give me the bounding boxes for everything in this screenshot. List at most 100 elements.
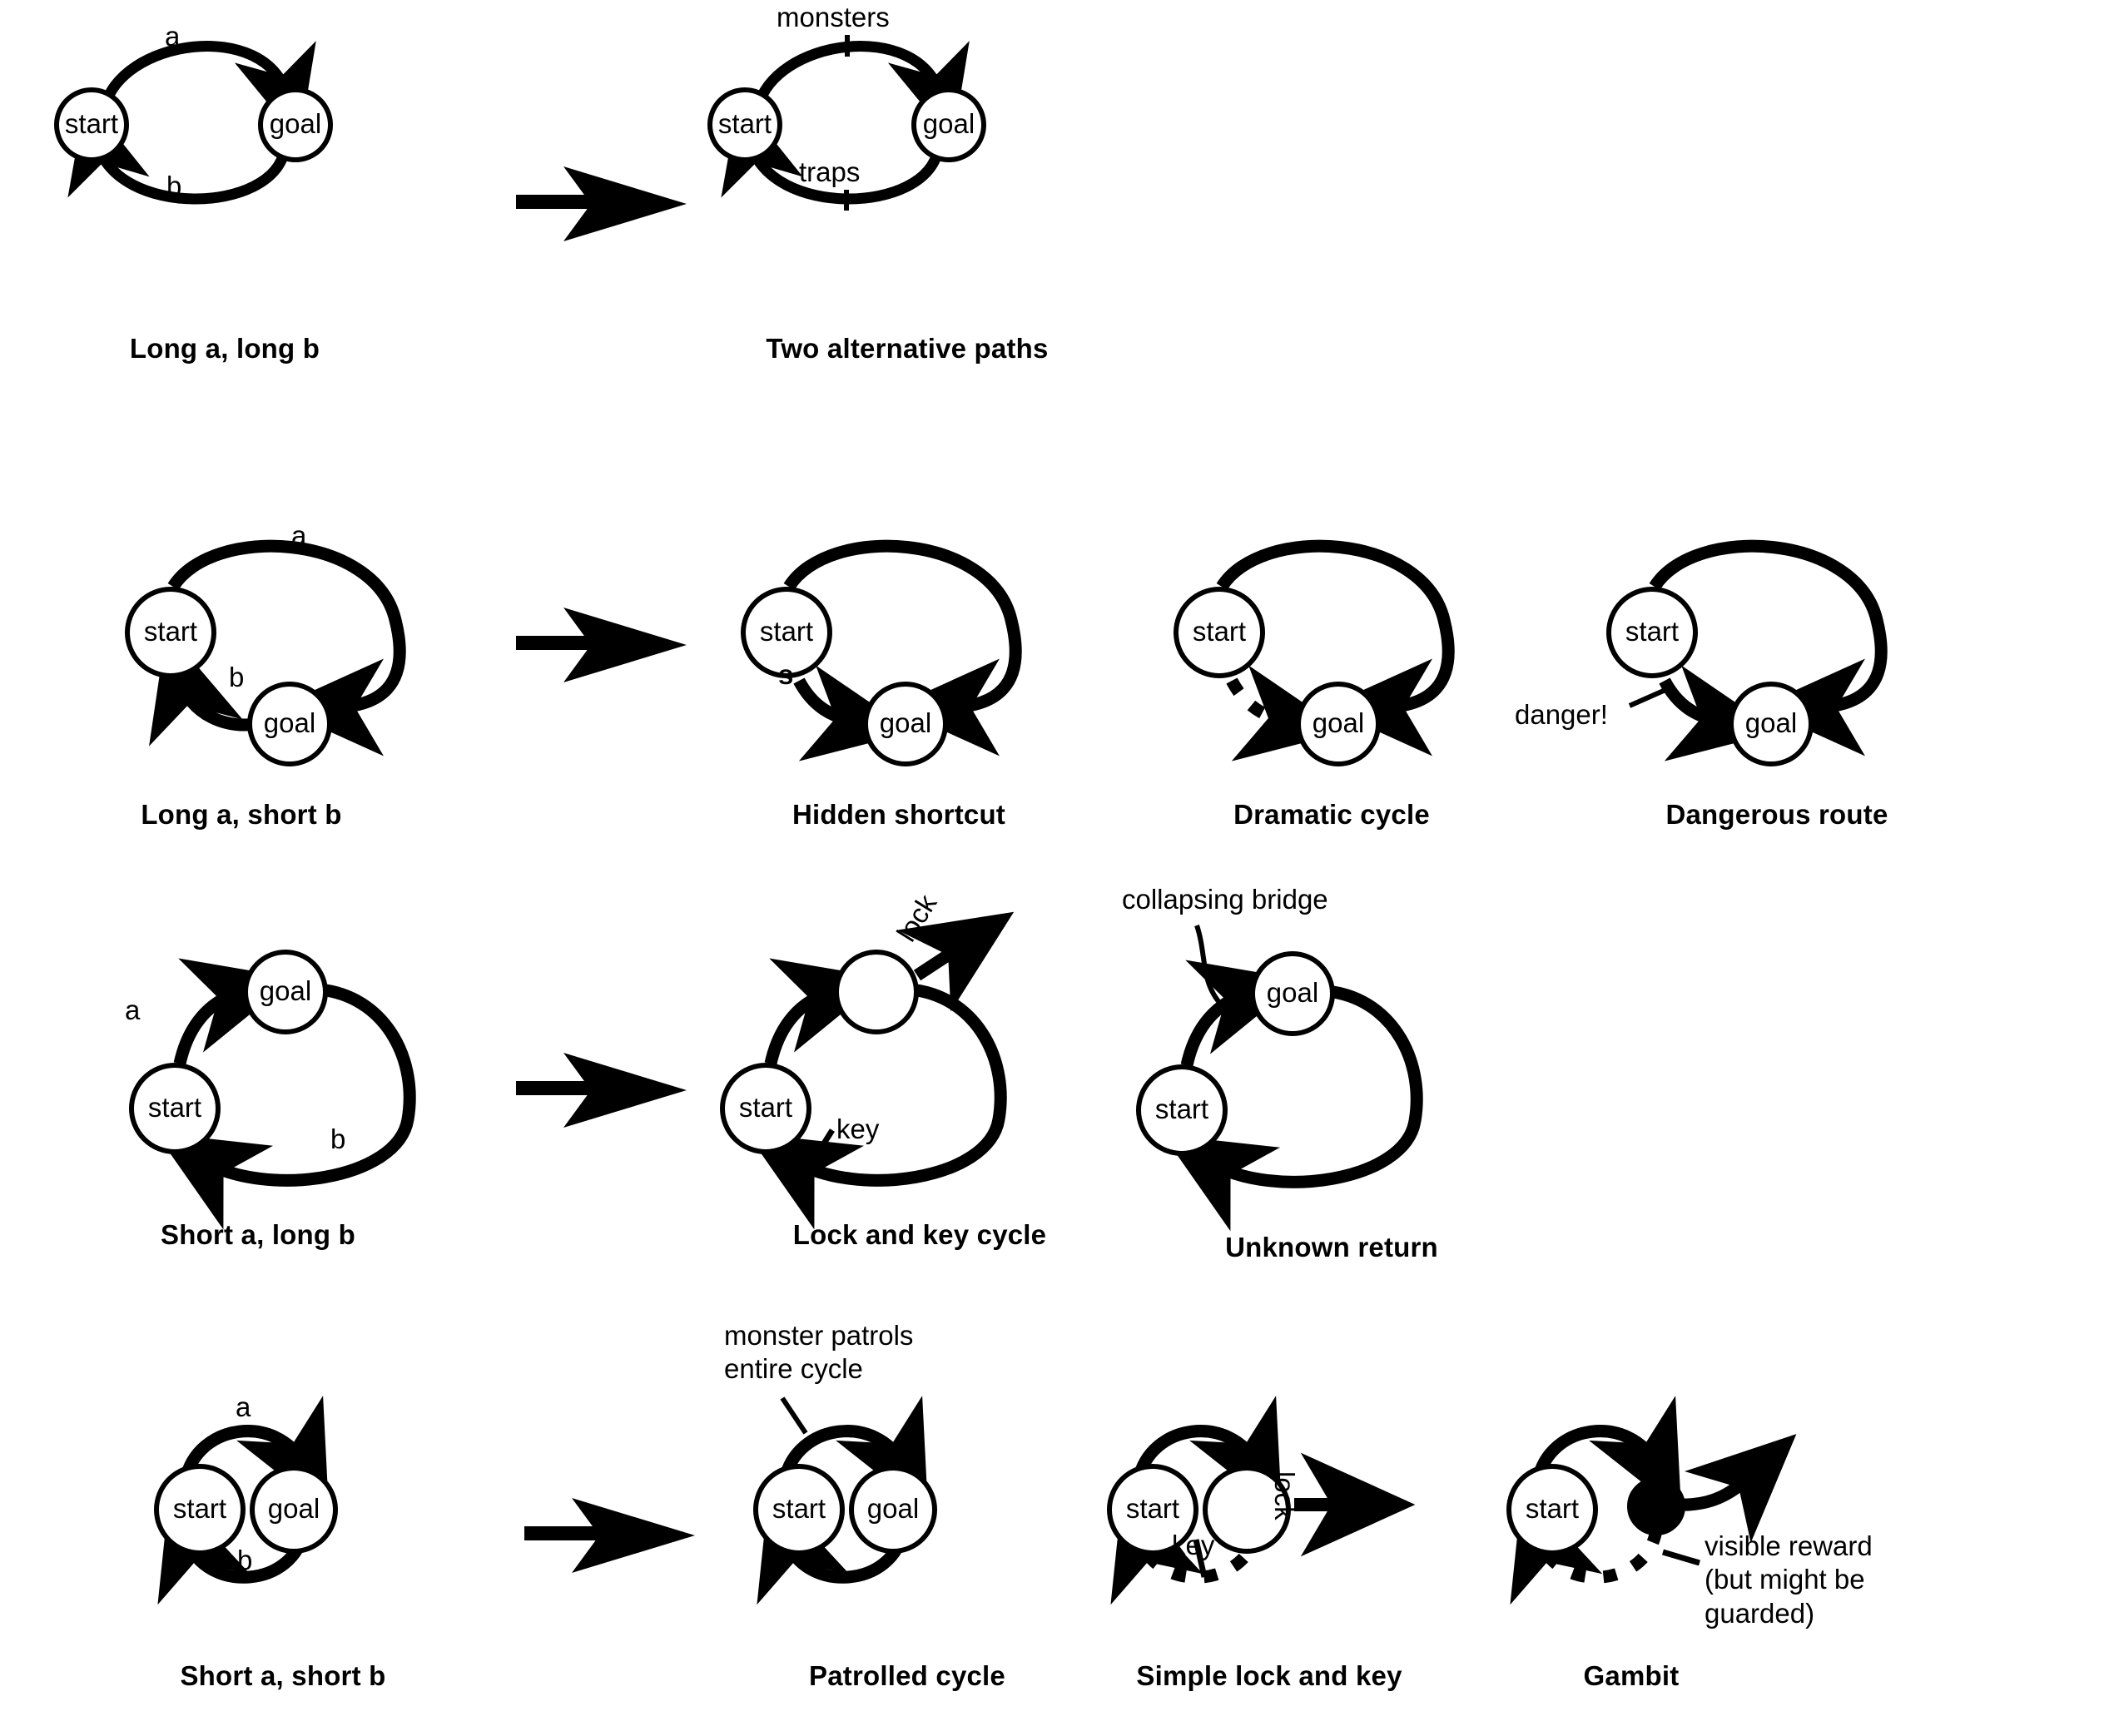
leader-collapsing-bridge xyxy=(1194,925,1224,1008)
panel-long-a-long-b: start goal a b xyxy=(54,17,449,225)
annotation-collapsing-bridge: collapsing bridge xyxy=(1122,884,1328,915)
node-label-goal: goal xyxy=(922,108,975,139)
node-label-start: start xyxy=(738,1092,793,1123)
caption-patrolled-cycle: Patrolled cycle xyxy=(809,1660,1005,1691)
node-label-start: start xyxy=(717,108,772,139)
caption-short-a-short-b: Short a, short b xyxy=(180,1660,386,1691)
caption-long-a-long-b: Long a, long b xyxy=(129,333,320,364)
node-label-start: start xyxy=(1192,616,1247,647)
node-label-start: start xyxy=(1125,1493,1180,1524)
arrow-right-icon xyxy=(516,1053,687,1128)
graph-dangerous-route xyxy=(1606,539,1888,766)
graph-simple-lock-and-key xyxy=(1107,1396,1416,1605)
edge-label-b: b xyxy=(237,1545,253,1575)
panel-short-a-short-b: start goal a b xyxy=(154,1391,470,1639)
node-label-goal: goal xyxy=(263,707,316,738)
leader-monster-patrols xyxy=(780,1396,808,1435)
node-label-start: start xyxy=(1525,1493,1580,1524)
node-label-goal: goal xyxy=(1312,707,1365,738)
panel-simple-lock-and-key: start key lock xyxy=(1107,1396,1456,1639)
caption-gambit: Gambit xyxy=(1583,1660,1680,1691)
node-label-goal: goal xyxy=(267,1493,320,1524)
annotation-monster-patrols: monster patrols entire cycle xyxy=(724,1320,914,1385)
arrow-right-icon xyxy=(516,608,687,682)
edge-a xyxy=(173,958,295,1065)
panel-gambit: start visible reward (but might be guard… xyxy=(1506,1396,1973,1639)
panel-patrolled-cycle: start goal monster patrols entire cycle xyxy=(724,1320,1069,1639)
annotation-danger: danger! xyxy=(1515,699,1608,730)
edge-collapsing-bridge xyxy=(1180,960,1302,1067)
caption-two-alternative-paths: Two alternative paths xyxy=(766,333,1049,364)
edge-lock-exit xyxy=(897,911,1015,1012)
node-label-start: start xyxy=(759,616,814,647)
node-label-goal: goal xyxy=(269,108,322,139)
node-label-start: start xyxy=(147,1092,202,1123)
graph-unknown-return xyxy=(1136,925,1423,1232)
edge-label-a: a xyxy=(165,21,181,52)
edge-label-b: b xyxy=(330,1123,346,1154)
node-label-goal: goal xyxy=(1266,977,1319,1008)
edge-visible-reward xyxy=(1676,1434,1797,1543)
caption-dramatic-cycle: Dramatic cycle xyxy=(1233,799,1430,830)
node-label-goal: goal xyxy=(259,975,312,1006)
node-label-start: start xyxy=(772,1493,826,1524)
node-label-start: start xyxy=(64,108,119,139)
graph-long-a-short-b xyxy=(125,539,406,766)
node-label-start: start xyxy=(172,1493,227,1524)
node-reward-filled xyxy=(1627,1477,1685,1535)
edge-shortcut-s xyxy=(793,665,913,761)
transition-arrow-row-1 xyxy=(516,158,691,250)
graph-hidden-shortcut xyxy=(741,539,1022,766)
caption-hidden-shortcut: Hidden shortcut xyxy=(792,799,1005,830)
panel-unknown-return: start goal collapsing bridge xyxy=(1122,884,1523,1232)
annotation-lock: lock xyxy=(1269,1471,1300,1520)
edge-danger xyxy=(1659,665,1779,761)
panel-dangerous-route: start goal danger! xyxy=(1515,533,1973,774)
graph-lock-and-key-cycle xyxy=(720,911,1015,1230)
node-label-start: start xyxy=(143,616,198,647)
edge-label-a: a xyxy=(291,520,307,551)
panel-lock-and-key-cycle: start key lock xyxy=(720,889,1115,1230)
annotation-key: key xyxy=(836,1114,880,1144)
arrow-right-icon xyxy=(516,166,687,241)
caption-dangerous-route: Dangerous route xyxy=(1665,799,1888,830)
edge-label-b: b xyxy=(229,662,245,692)
transition-arrow-row-4 xyxy=(524,1490,699,1581)
node-label-goal: goal xyxy=(1744,707,1798,738)
edge-dashed-uncertain xyxy=(1226,665,1346,761)
panel-hidden-shortcut: start goal s xyxy=(741,533,1090,774)
leader-key xyxy=(811,1128,835,1161)
edge-b xyxy=(67,97,290,205)
node-label-goal: goal xyxy=(866,1493,920,1524)
annotation-shortcut-s: s xyxy=(778,659,794,690)
transition-arrow-row-2 xyxy=(516,599,691,691)
annotation-traps: traps xyxy=(799,156,861,187)
panel-dramatic-cycle: start goal xyxy=(1174,533,1523,774)
panel-short-a-long-b: start goal a b xyxy=(125,949,483,1230)
graph-short-a-short-b xyxy=(154,1396,338,1605)
leader-visible-reward xyxy=(1662,1549,1700,1566)
edge-start-to-lock-node xyxy=(764,958,886,1065)
panel-two-alternative-paths: start goal monsters traps xyxy=(707,2,1103,225)
edge-a xyxy=(98,41,316,142)
panel-long-a-short-b: start goal a b xyxy=(125,520,474,774)
caption-lock-and-key-cycle: Lock and key cycle xyxy=(792,1219,1047,1250)
transition-arrow-row-3 xyxy=(516,1044,691,1136)
leader-danger xyxy=(1628,684,1675,708)
caption-simple-lock-and-key: Simple lock and key xyxy=(1136,1660,1402,1691)
edge-label-a: a xyxy=(125,994,141,1025)
node-blank xyxy=(834,950,919,1034)
caption-short-a-long-b: Short a, long b xyxy=(161,1219,355,1250)
caption-unknown-return: Unknown return xyxy=(1225,1232,1438,1262)
node-label-start: start xyxy=(1154,1094,1209,1124)
annotation-monsters: monsters xyxy=(777,2,890,32)
edge-label-a: a xyxy=(236,1391,251,1422)
annotation-key: key xyxy=(1172,1530,1215,1560)
node-label-goal: goal xyxy=(879,707,932,738)
node-label-start: start xyxy=(1625,616,1680,647)
annotation-visible-reward: visible reward (but might be guarded) xyxy=(1705,1530,1873,1629)
edge-label-b: b xyxy=(166,171,182,201)
graph-dramatic-cycle xyxy=(1174,539,1455,766)
caption-long-a-short-b: Long a, short b xyxy=(141,799,342,830)
arrow-right-icon xyxy=(524,1498,695,1573)
